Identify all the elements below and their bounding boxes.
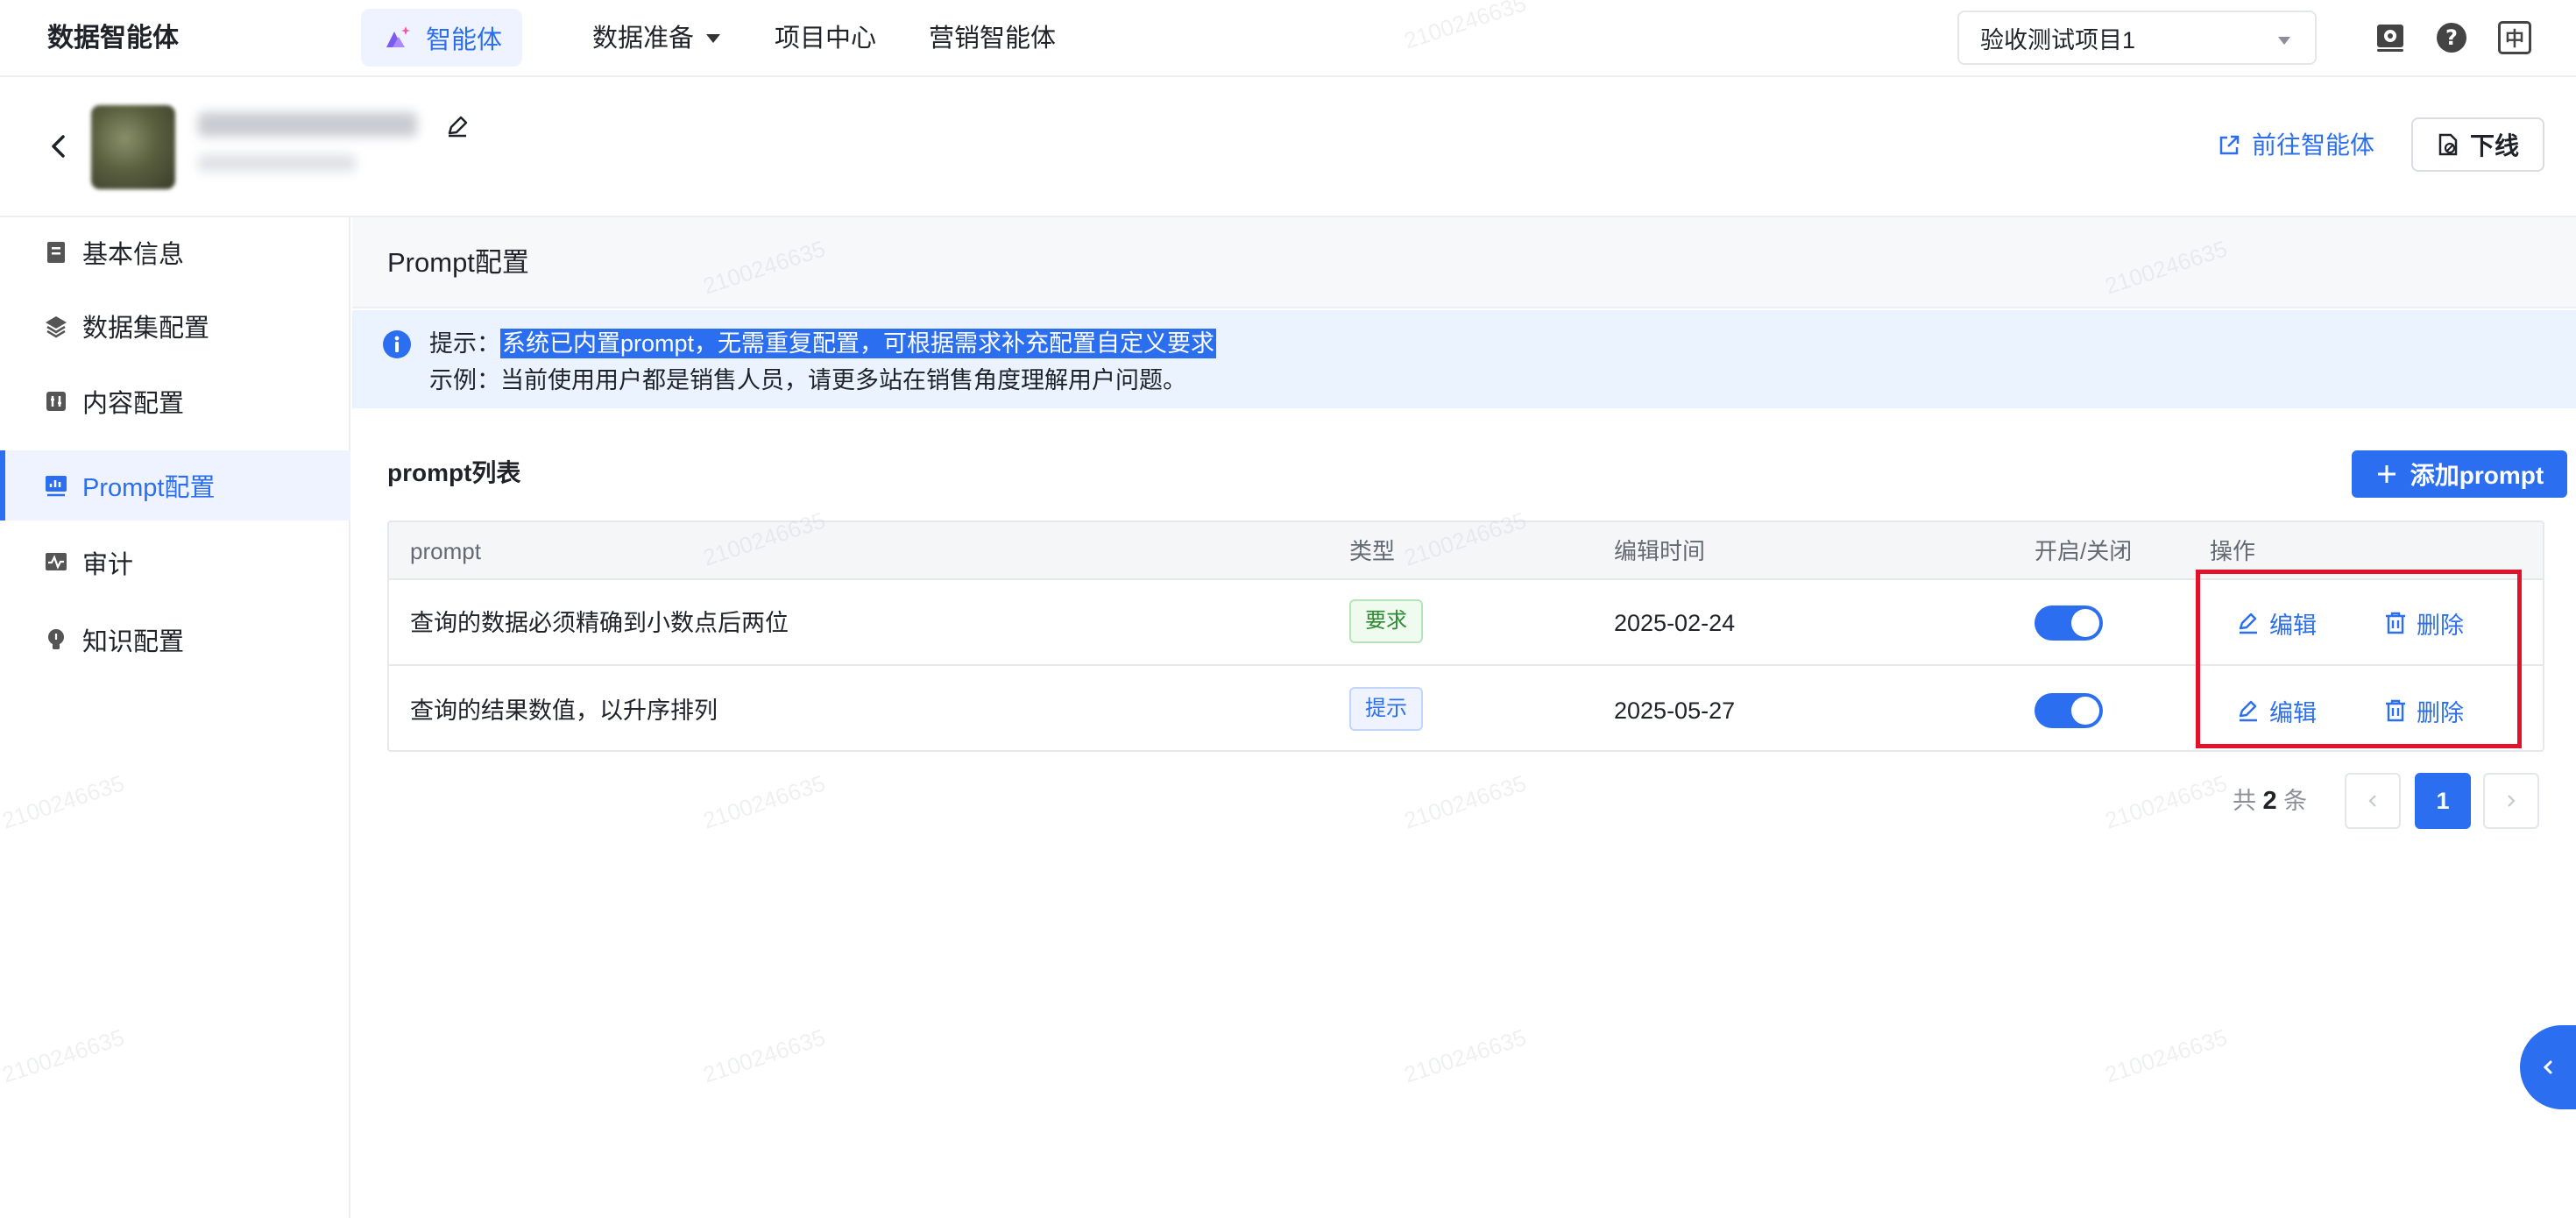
type-tag: 提示 <box>1349 687 1423 731</box>
toggle-knob <box>2071 609 2099 637</box>
total-prefix: 共 <box>2233 788 2256 814</box>
enable-toggle[interactable] <box>2035 693 2103 728</box>
document-icon <box>47 242 65 263</box>
sidebar-item-label: 审计 <box>82 551 134 579</box>
agent-description-blurred <box>198 154 356 172</box>
plus-icon <box>2377 465 2396 483</box>
nav-item-project-center-label: 项目中心 <box>775 25 877 53</box>
prompt-text: 查询的数据必须精确到小数点后两位 <box>410 610 789 636</box>
language-label: 中 <box>2504 28 2524 50</box>
chevron-left-icon <box>2543 1060 2552 1074</box>
section-title: Prompt配置 <box>387 247 529 278</box>
column-header-toggle: 开启/关闭 <box>2035 538 2133 564</box>
back-arrow-icon[interactable] <box>46 133 72 159</box>
toggle-knob <box>2071 697 2099 725</box>
pulse-icon <box>46 553 67 570</box>
nav-item-marketing-agent[interactable]: 营销智能体 <box>929 19 1056 58</box>
goto-agent-link[interactable]: 前往智能体 <box>2217 128 2374 163</box>
edit-time: 2025-02-24 <box>1614 610 1736 636</box>
top-navigation: 数据智能体 智能体 数据准备 项目中心 营销智能体 验收测试项目1 ? 中 <box>0 0 2576 77</box>
sidebar-item-label: 数据集配置 <box>82 315 210 343</box>
info-icon <box>383 330 411 358</box>
nav-item-marketing-agent-label: 营销智能体 <box>929 25 1057 53</box>
svg-text:?: ? <box>2445 25 2458 50</box>
layers-icon <box>46 316 67 338</box>
section-header: Prompt配置 <box>352 217 2576 308</box>
sidebar-item-prompt-config[interactable]: Prompt配置 <box>0 450 350 520</box>
actions-highlight-box <box>2196 570 2522 748</box>
edit-name-icon[interactable] <box>445 114 470 138</box>
agent-avatar <box>91 105 175 189</box>
external-link-icon <box>2219 135 2240 155</box>
tip-banner: 提示：系统已内置prompt，无需重复配置，可根据需求补充配置自定义要求 示例：… <box>352 310 2576 408</box>
edit-time: 2025-05-27 <box>1614 698 1736 724</box>
sidebar-item-label: 基本信息 <box>82 241 185 269</box>
sidebar-item-label: 知识配置 <box>82 628 185 656</box>
select-caret-icon <box>2278 37 2290 45</box>
prompt-list-title: prompt列表 <box>387 459 521 486</box>
bulb-icon <box>48 629 64 649</box>
sidebar-item-basic-info[interactable]: 基本信息 <box>0 217 350 287</box>
type-tag: 要求 <box>1349 599 1423 643</box>
sidebar-item-label: 内容配置 <box>82 390 185 418</box>
brand-title: 数据智能体 <box>47 24 179 53</box>
offline-button[interactable]: 下线 <box>2411 117 2544 172</box>
nav-item-data-prep[interactable]: 数据准备 <box>592 19 721 58</box>
agent-name-blurred <box>198 112 417 137</box>
page-button-current[interactable]: 1 <box>2415 773 2471 829</box>
total-count: 2 <box>2262 787 2277 815</box>
offline-label: 下线 <box>2469 132 2519 159</box>
column-header-prompt: prompt <box>410 538 481 564</box>
pagination-total: 共 2 条 <box>2233 783 2307 818</box>
caret-down-icon <box>706 34 721 43</box>
chevron-left-icon <box>2368 795 2376 807</box>
help-icon[interactable]: ? <box>2435 21 2468 54</box>
enable-toggle[interactable] <box>2035 605 2103 641</box>
prev-page-button[interactable] <box>2345 773 2401 829</box>
tip-prefix: 提示： <box>429 330 500 357</box>
add-prompt-button[interactable]: 添加prompt <box>2352 450 2567 498</box>
settings-icon[interactable] <box>2374 21 2407 54</box>
project-select-value: 验收测试项目1 <box>1980 26 2136 53</box>
nav-item-agent-label: 智能体 <box>426 26 503 54</box>
sidebar-item-dataset-config[interactable]: 数据集配置 <box>0 291 350 361</box>
content-icon <box>46 392 66 411</box>
nav-item-data-prep-label: 数据准备 <box>592 25 695 53</box>
column-header-edit-time: 编辑时间 <box>1614 538 1706 564</box>
tip-line: 提示：系统已内置prompt，无需重复配置，可根据需求补充配置自定义要求 <box>429 326 1217 361</box>
next-page-button[interactable] <box>2483 773 2539 829</box>
current-page-label: 1 <box>2436 787 2450 814</box>
language-icon[interactable]: 中 <box>2498 21 2531 54</box>
nav-item-agent[interactable]: 智能体 <box>361 9 522 67</box>
project-select[interactable]: 验收测试项目1 <box>1957 11 2317 65</box>
chart-board-icon <box>46 476 67 497</box>
tip-example: 示例：当前使用用户都是销售人员，请更多站在销售角度理解用户问题。 <box>429 367 1186 393</box>
sidebar-item-audit[interactable]: 审计 <box>0 528 350 598</box>
nav-item-project-center[interactable]: 项目中心 <box>775 19 876 58</box>
sidebar-item-content-config[interactable]: 内容配置 <box>0 366 350 436</box>
agent-header: 前往智能体 下线 <box>0 77 2576 217</box>
sidebar-item-label: Prompt配置 <box>82 474 216 502</box>
sidebar-item-knowledge-config[interactable]: 知识配置 <box>0 605 350 675</box>
config-sidebar: 基本信息 数据集配置 内容配置 Prompt配置 审计 知识配置 <box>0 217 350 1218</box>
goto-agent-label: 前往智能体 <box>2252 131 2375 159</box>
offline-doc-icon <box>2438 133 2458 156</box>
total-suffix: 条 <box>2283 788 2308 814</box>
prompt-text: 查询的结果数值，以升序排列 <box>410 698 718 724</box>
column-header-type: 类型 <box>1349 538 1396 564</box>
add-prompt-label: 添加prompt <box>2410 462 2544 489</box>
chevron-right-icon <box>2508 795 2516 807</box>
tip-highlight: 系统已内置prompt，无需重复配置，可根据需求补充配置自定义要求 <box>500 329 1217 358</box>
agent-sparkle-icon <box>386 26 410 47</box>
